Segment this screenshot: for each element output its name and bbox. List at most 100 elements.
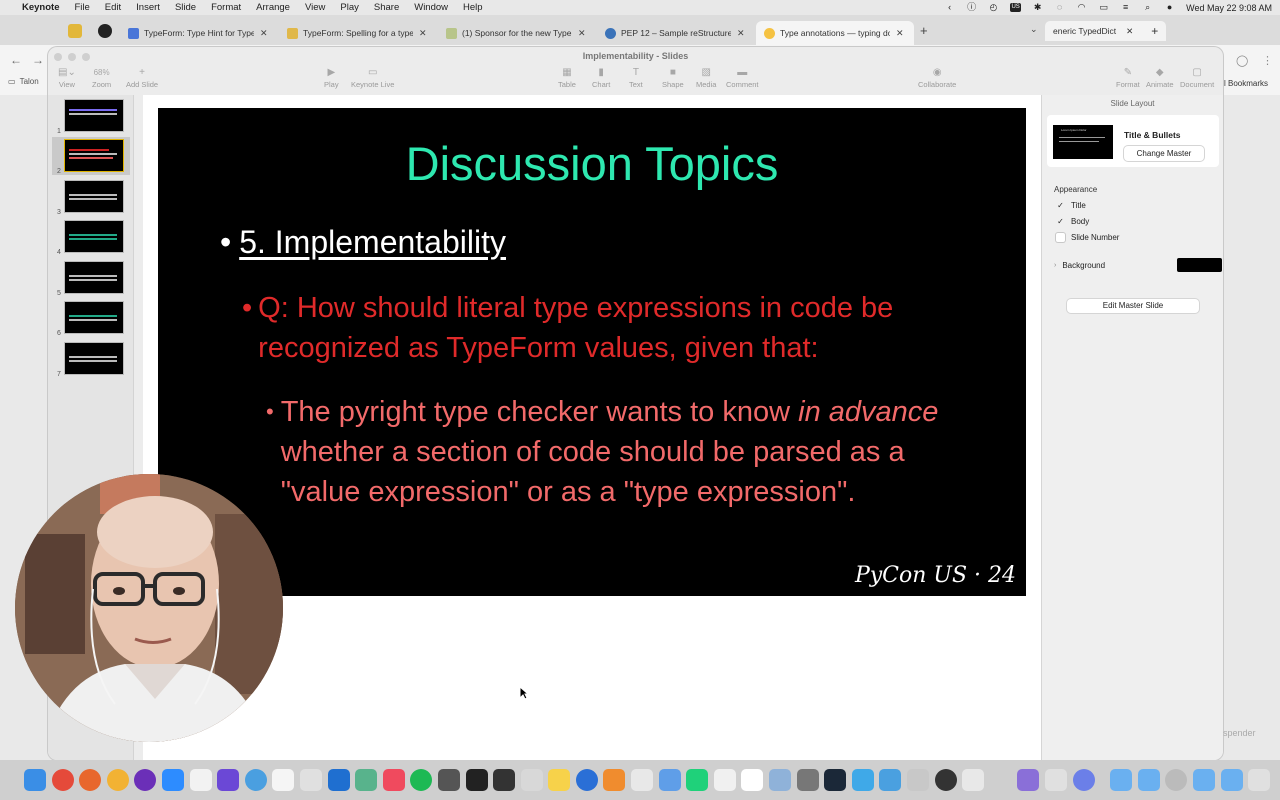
title-checkbox[interactable]: ✓ Title (1056, 201, 1086, 210)
app-icon[interactable] (1044, 769, 1067, 791)
chrome-icon[interactable] (51, 769, 74, 791)
menu-share[interactable]: Share (374, 2, 399, 13)
app-icon[interactable] (106, 769, 129, 791)
menu-file[interactable]: File (74, 2, 89, 13)
current-slide[interactable]: Discussion Topics • 5. Implementability … (158, 108, 1026, 596)
menu-insert[interactable]: Insert (136, 2, 160, 13)
table-button[interactable]: ▦ Table (558, 66, 576, 89)
new-tab-icon[interactable]: + (1151, 24, 1158, 38)
steam-icon[interactable] (824, 769, 847, 791)
background-row[interactable]: › Background (1054, 258, 1222, 272)
trello-icon[interactable] (327, 769, 350, 791)
app-icon[interactable] (851, 769, 874, 791)
format-button[interactable]: ✎ Format (1116, 66, 1140, 89)
app-icon[interactable] (769, 769, 792, 791)
github-pinned-tab-icon[interactable] (98, 24, 112, 38)
browser-tab[interactable]: PEP 12 – Sample reStructure ✕ (597, 21, 755, 45)
body-checkbox[interactable]: ✓ Body (1056, 217, 1089, 226)
slide-thumbnail[interactable]: 3 (52, 178, 130, 216)
comment-button[interactable]: ▬ Comment (726, 66, 759, 89)
slide-thumbnail[interactable]: 6 (52, 299, 130, 337)
keynote-live-button[interactable]: ▭ Keynote Live (351, 66, 394, 89)
browser-tab[interactable]: TypeForm: Spelling for a type ✕ (279, 21, 437, 45)
keyboard-layout-icon[interactable]: US (1010, 3, 1022, 12)
browser-tab-active[interactable]: Type annotations — typing do ✕ (756, 21, 914, 45)
app-icon[interactable] (907, 769, 929, 791)
search-icon[interactable]: ⌕ (1142, 3, 1153, 12)
menu-format[interactable]: Format (211, 2, 241, 13)
menu-window[interactable]: Window (414, 2, 448, 13)
close-tab-icon[interactable]: ✕ (896, 28, 904, 39)
textedit-icon[interactable] (713, 769, 736, 791)
info-icon[interactable]: ⓘ (966, 3, 977, 12)
slide-bullet-level2[interactable]: • Q: How should literal type expressions… (242, 288, 972, 368)
close-tab-icon[interactable]: ✕ (419, 28, 427, 39)
menu-slide[interactable]: Slide (175, 2, 196, 13)
slide-number-checkbox[interactable]: Slide Number (1056, 233, 1119, 242)
menu-edit[interactable]: Edit (105, 2, 121, 13)
play-button[interactable]: ▶ Play (324, 66, 339, 89)
terminal-icon[interactable] (465, 769, 488, 791)
close-tab-icon[interactable]: ✕ (578, 28, 586, 39)
finder-icon[interactable] (24, 769, 46, 791)
add-slide-button[interactable]: + Add Slide (126, 66, 158, 89)
tab-list-chevron-icon[interactable]: ⌄ (1030, 24, 1038, 35)
app-icon[interactable] (934, 769, 957, 791)
close-tab-icon[interactable]: ✕ (737, 28, 745, 39)
app-icon[interactable] (962, 769, 985, 791)
app-icon[interactable] (575, 769, 598, 791)
history-icon[interactable]: ◴ (988, 3, 999, 12)
chart-button[interactable]: ▮ Chart (592, 66, 610, 89)
menubar-clock[interactable]: Wed May 22 9:08 AM (1186, 3, 1272, 13)
app-icon[interactable] (631, 769, 654, 791)
zoom-button[interactable]: 68% Zoom (92, 66, 111, 89)
podcast-icon[interactable] (134, 769, 157, 791)
profile-icon[interactable]: ◯ (1236, 54, 1248, 67)
forward-icon[interactable]: → (32, 53, 44, 67)
change-master-button[interactable]: Change Master (1124, 146, 1204, 161)
control-center-icon[interactable]: ≡ (1120, 3, 1131, 12)
close-tab-icon[interactable]: ✕ (1126, 26, 1133, 37)
slide-title[interactable]: Discussion Topics (158, 136, 1026, 191)
disclosure-chevron-icon[interactable]: › (1054, 262, 1056, 269)
spotify-icon[interactable] (410, 769, 433, 791)
app-icon[interactable] (244, 769, 267, 791)
menu-help[interactable]: Help (463, 2, 483, 13)
music-icon[interactable] (382, 769, 405, 791)
menu-play[interactable]: Play (340, 2, 358, 13)
battery-icon[interactable]: ▭ (1098, 3, 1109, 12)
background-color-well[interactable] (1177, 258, 1222, 272)
slide-thumbnail[interactable]: 7 (52, 340, 130, 378)
app-icon[interactable] (493, 769, 516, 791)
slack-icon[interactable] (189, 769, 212, 791)
app-icon[interactable] (437, 769, 460, 791)
bookmark-folder[interactable]: ▭ Talon (8, 77, 39, 86)
all-bookmarks-link[interactable]: ll Bookmarks (1222, 79, 1268, 88)
menu-view[interactable]: View (305, 2, 325, 13)
app-icon[interactable] (989, 769, 1012, 791)
more-menu-icon[interactable]: ⋮ (1262, 54, 1273, 67)
collaborate-button[interactable]: ◉ Collaborate (918, 66, 956, 89)
view-button[interactable]: ▤⌄ View (58, 66, 76, 89)
menu-arrange[interactable]: Arrange (256, 2, 290, 13)
siri-icon[interactable]: ● (1164, 3, 1175, 12)
headphones-icon[interactable]: ◠ (1076, 3, 1087, 12)
slide-bullet-level3[interactable]: • The pyright type checker wants to know… (266, 392, 978, 512)
wifi-off-icon[interactable]: ◌ (1054, 3, 1065, 12)
animate-button[interactable]: ◆ Animate (1146, 66, 1174, 89)
edit-master-slide-button[interactable]: Edit Master Slide (1067, 299, 1199, 313)
app-icon[interactable] (796, 769, 819, 791)
app-icon[interactable] (355, 769, 378, 791)
folder-icon[interactable] (1137, 769, 1160, 791)
mastodon-icon[interactable] (217, 769, 240, 791)
slide-thumbnail[interactable]: 4 (52, 218, 130, 256)
app-icon[interactable] (1165, 769, 1188, 791)
text-button[interactable]: T Text (629, 66, 643, 89)
pinned-tab-icon[interactable] (68, 24, 82, 38)
app-icon[interactable] (299, 769, 322, 791)
document-icon[interactable] (741, 769, 764, 791)
firefox-icon[interactable] (79, 769, 102, 791)
media-button[interactable]: ▧ Media (696, 66, 716, 89)
bluetooth-icon[interactable]: ✱ (1032, 3, 1043, 12)
calendar-icon[interactable] (272, 769, 295, 791)
